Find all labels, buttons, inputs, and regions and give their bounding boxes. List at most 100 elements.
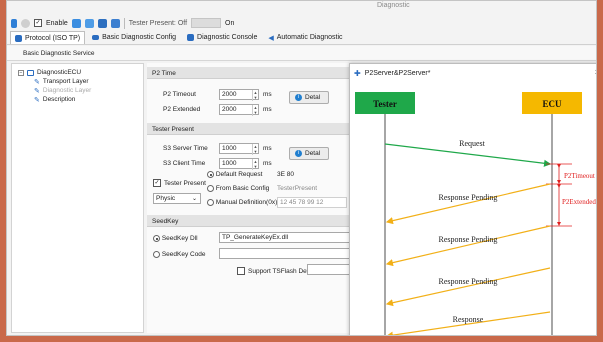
- app-icon: ✚: [354, 69, 361, 78]
- app-window: Diagnostic ✓ Enable Tester Present: Off …: [6, 0, 597, 336]
- radio-icon: [207, 171, 214, 178]
- input-value: 12 45 78 99 12: [280, 199, 324, 206]
- grid-icon[interactable]: [97, 18, 107, 28]
- p2-timeout-unit: ms: [263, 91, 272, 98]
- p2-extended-input[interactable]: 2000 ▲ ▼: [219, 104, 259, 116]
- s3-client-label: S3 Client Time: [163, 160, 206, 167]
- list-icon[interactable]: [84, 18, 94, 28]
- p2-extended-unit: ms: [263, 106, 272, 113]
- option-label: Manual Definition(0x): [215, 199, 278, 207]
- window-title: Diagnostic: [377, 2, 410, 9]
- add-service-icon[interactable]: [71, 18, 81, 28]
- section-title: Tester Present: [152, 126, 194, 133]
- input-value: 2000: [222, 106, 237, 113]
- seedkey-dll-input[interactable]: TP_GenerateKeyEx.dll: [219, 232, 357, 243]
- spin-icon[interactable]: ▲ ▼: [252, 105, 258, 116]
- option-label: Default Request: [215, 171, 263, 179]
- seedkey-code-input[interactable]: [219, 248, 357, 259]
- input-value: 2000: [222, 91, 237, 98]
- response-label: Response: [453, 315, 484, 324]
- input-value: 1000: [222, 160, 237, 167]
- folder-icon: [27, 69, 34, 76]
- pending-arrow-3: [385, 267, 551, 307]
- console-icon: [187, 34, 195, 41]
- pending-arrow-2: [385, 225, 551, 267]
- pending-label-1: Response Pending: [439, 193, 498, 202]
- edit-icon: ✎: [34, 96, 40, 104]
- pending-label-3: Response Pending: [439, 277, 498, 286]
- option-label: SeedKey Dll: [161, 235, 198, 243]
- button-label: Detal: [305, 150, 321, 157]
- lightning-icon[interactable]: [11, 18, 17, 28]
- enable-label: Enable: [46, 19, 68, 27]
- pending-label-2: Response Pending: [439, 235, 498, 244]
- info-icon: i: [295, 94, 302, 101]
- manual-option[interactable]: Manual Definition(0x): [207, 199, 277, 206]
- from-basic-option[interactable]: From Basic Config: [207, 185, 269, 192]
- checkbox-icon: [237, 267, 245, 275]
- default-request-option[interactable]: Default Request: [207, 171, 262, 178]
- subtitle-bar: Basic Diagnostic Service: [7, 46, 596, 61]
- radio-icon: [207, 185, 214, 192]
- tab-protocol[interactable]: Protocol (ISO TP): [10, 31, 86, 44]
- address-select[interactable]: Physic ⌄: [153, 193, 201, 204]
- s3-server-unit: ms: [263, 145, 272, 152]
- p2-timeout-label: P2 Timeout: [163, 91, 196, 98]
- send-icon: ◀: [268, 34, 274, 42]
- enable-checkbox[interactable]: ✓: [34, 19, 42, 27]
- tester-present-header: Tester Present: [147, 123, 357, 135]
- from-basic-value: TesterPresent: [277, 185, 318, 192]
- radio-icon: [153, 251, 160, 258]
- collapse-icon[interactable]: −: [18, 69, 24, 76]
- dialog-title-bar: ✚ P2Server&P2Server*: [354, 69, 430, 78]
- p2-timeout-input[interactable]: 2000 ▲ ▼: [219, 89, 259, 101]
- seedkey-dll-option[interactable]: SeedKey Dll: [153, 235, 198, 242]
- close-icon[interactable]: ×: [595, 67, 596, 77]
- tab-label: Diagnostic Console: [197, 34, 258, 41]
- spin-icon[interactable]: ▲ ▼: [252, 90, 258, 101]
- tab-bar: Protocol (ISO TP) Basic Diagnostic Confi…: [7, 31, 596, 45]
- s3-server-input[interactable]: 1000 ▲ ▼: [219, 143, 259, 155]
- checkbox-icon: ✓: [153, 179, 161, 187]
- ecu-label: ECU: [542, 99, 562, 109]
- tab-label: Automatic Diagnostic: [276, 34, 343, 41]
- s3-server-label: S3 Server Time: [163, 145, 208, 152]
- s3-detail-button[interactable]: i Detal: [289, 147, 329, 160]
- tab-console[interactable]: Diagnostic Console: [183, 31, 261, 44]
- p2-diagram-dialog: ✚ P2Server&P2Server* × Tester ECU Reques…: [349, 63, 596, 335]
- config-icon: [92, 35, 100, 40]
- radio-icon: [153, 235, 160, 242]
- tab-basic-config[interactable]: Basic Diagnostic Config: [88, 31, 180, 44]
- section-title: SeedKey: [152, 218, 179, 225]
- tree-item-label: Diagnostic Layer: [42, 87, 92, 94]
- chevron-down-icon: ⌄: [191, 196, 197, 202]
- tester-present-checkbox[interactable]: ✓ Tester Present: [153, 179, 206, 187]
- edit-icon: ✎: [34, 78, 40, 86]
- p2-detail-button[interactable]: i Detal: [289, 91, 329, 104]
- tree-root[interactable]: − DiagnosticECU: [18, 68, 137, 77]
- p2extended-label: P2Extended: [562, 198, 596, 206]
- tree-root-label: DiagnosticECU: [37, 69, 82, 76]
- tab-automatic[interactable]: ◀ Automatic Diagnostic: [264, 31, 346, 44]
- seedkey-code-option[interactable]: SeedKey Code: [153, 251, 206, 258]
- tab-label: Protocol (ISO TP): [25, 34, 81, 42]
- s3-client-unit: ms: [263, 160, 272, 167]
- pending-arrow-1: [385, 183, 551, 225]
- subtitle: Basic Diagnostic Service: [23, 50, 95, 57]
- spin-icon[interactable]: ▲ ▼: [252, 159, 258, 170]
- info-icon: i: [295, 150, 302, 157]
- option-label: From Basic Config: [215, 185, 270, 193]
- record-icon[interactable]: [21, 18, 30, 28]
- tree-item-description[interactable]: ✎ Description: [18, 95, 137, 104]
- tree-item-transport[interactable]: ✎ Transport Layer: [18, 77, 137, 86]
- tester-present-toggle[interactable]: [191, 18, 222, 28]
- toolbar: ✓ Enable Tester Present: Off On: [7, 15, 596, 31]
- spin-icon[interactable]: ▲ ▼: [252, 144, 258, 155]
- s3-client-input[interactable]: 1000 ▲ ▼: [219, 158, 259, 170]
- default-request-value: 3E 80: [277, 171, 294, 178]
- tree-item-diagnostic[interactable]: ✎ Diagnostic Layer: [18, 86, 137, 95]
- radio-icon: [207, 199, 214, 206]
- manual-input[interactable]: 12 45 78 99 12: [277, 197, 347, 208]
- tree-item-label: Transport Layer: [42, 78, 89, 85]
- settings-icon[interactable]: [110, 18, 120, 28]
